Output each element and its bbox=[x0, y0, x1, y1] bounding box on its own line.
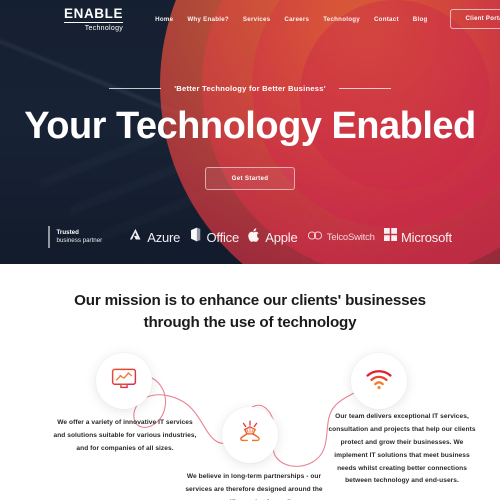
site-logo[interactable]: ENABLE Technology bbox=[64, 5, 124, 32]
nav-item-technology[interactable]: Technology bbox=[323, 16, 360, 23]
trusted-line-1: Trusted bbox=[56, 228, 79, 236]
logo-secondary-text: Technology bbox=[84, 24, 124, 32]
nav-item-blog[interactable]: Blog bbox=[413, 16, 428, 23]
trusted-partner-label: Trusted business partner bbox=[48, 226, 102, 248]
nav-item-home[interactable]: Home bbox=[155, 16, 173, 23]
mission-heading: Our mission is to enhance our clients' b… bbox=[0, 290, 500, 333]
feature-text-1: We offer a variety of innovative IT serv… bbox=[53, 419, 197, 452]
trusted-line-2: business partner bbox=[56, 237, 103, 244]
nav-item-careers[interactable]: Careers bbox=[284, 16, 309, 23]
brand-name-azure: Azure bbox=[147, 229, 181, 245]
feature-icon-2 bbox=[222, 407, 278, 464]
trusted-divider bbox=[48, 226, 50, 248]
brand-name-apple: Apple bbox=[265, 229, 298, 245]
mission-heading-line-1: Our mission is to enhance our clients' b… bbox=[74, 292, 426, 309]
mission-section: Our mission is to enhance our clients' b… bbox=[0, 264, 500, 500]
tagline-rule-left bbox=[109, 88, 162, 89]
partner-logos-band: Trusted business partner Azure Office Ap… bbox=[0, 226, 500, 248]
brand-list: Azure Office Apple TelcoSwitch Microsoft bbox=[102, 227, 452, 248]
logo-primary-text: ENABLE bbox=[64, 5, 124, 23]
brand-name-office: Office bbox=[206, 229, 240, 245]
azure-icon bbox=[128, 227, 143, 247]
brand-microsoft: Microsoft bbox=[384, 228, 452, 246]
brand-azure: Azure bbox=[128, 227, 180, 247]
feature-text-2: We believe in long-term partnerships - o… bbox=[185, 473, 323, 500]
get-started-button[interactable]: Get Started bbox=[204, 166, 296, 190]
telcoswitch-icon bbox=[307, 228, 323, 246]
feature-icon-3 bbox=[351, 353, 407, 410]
brand-office: Office bbox=[189, 227, 239, 247]
main-navigation: ENABLE Technology Home Why Enable? Servi… bbox=[0, 0, 500, 38]
mission-heading-line-2: through the use of technology bbox=[143, 313, 357, 331]
monitor-chart-icon bbox=[110, 365, 138, 398]
nav-item-services[interactable]: Services bbox=[243, 16, 270, 23]
office-icon bbox=[189, 227, 202, 247]
microsoft-icon bbox=[384, 228, 398, 246]
apple-icon bbox=[248, 227, 261, 248]
wifi-icon bbox=[365, 367, 393, 396]
hero-content: 'Better Technology for Better Business' … bbox=[0, 84, 500, 190]
brand-telcoswitch: TelcoSwitch bbox=[307, 228, 375, 246]
tagline-rule-right bbox=[338, 88, 391, 89]
nav-item-why-enable[interactable]: Why Enable? bbox=[187, 16, 229, 23]
feature-icon-1 bbox=[96, 353, 152, 410]
handshake-icon bbox=[236, 419, 264, 452]
hero-section: ENABLE Technology Home Why Enable? Servi… bbox=[0, 0, 500, 264]
hero-tagline-row: 'Better Technology for Better Business' bbox=[109, 84, 391, 93]
brand-name-microsoft: Microsoft bbox=[401, 229, 452, 245]
hero-tagline: 'Better Technology for Better Business' bbox=[174, 84, 326, 93]
brand-name-telcoswitch: TelcoSwitch bbox=[326, 231, 375, 243]
nav-item-contact[interactable]: Contact bbox=[374, 16, 399, 23]
client-portal-button[interactable]: Client Portal bbox=[449, 9, 500, 29]
brand-apple: Apple bbox=[248, 227, 298, 248]
feature-text-3: Our team delivers exceptional IT service… bbox=[328, 413, 476, 485]
nav-links: Home Why Enable? Services Careers Techno… bbox=[155, 16, 427, 23]
hero-headline: Your Technology Enabled bbox=[24, 105, 476, 147]
mission-flow: We offer a variety of innovative IT serv… bbox=[0, 349, 500, 500]
